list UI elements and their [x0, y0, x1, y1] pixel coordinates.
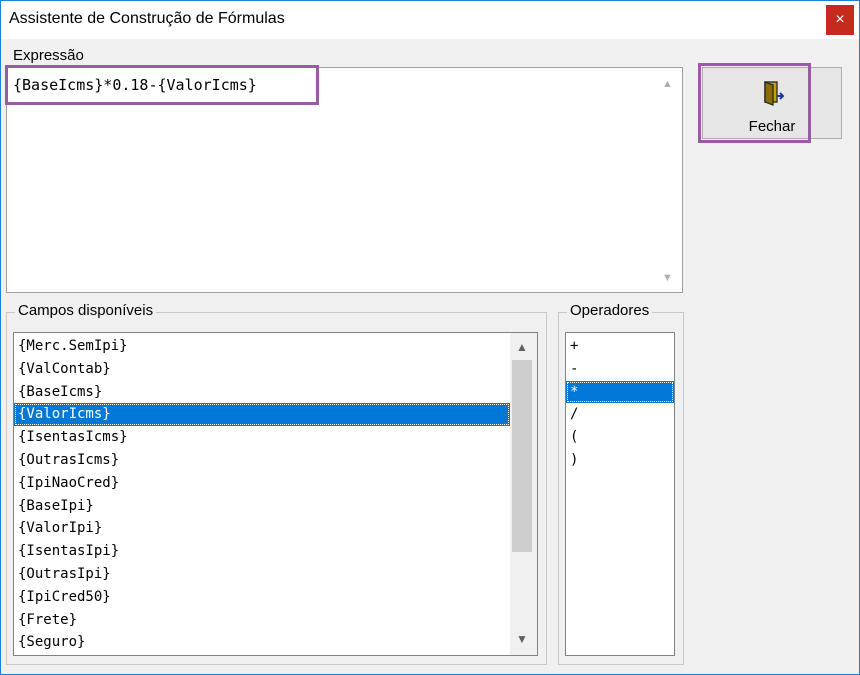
fields-group-title: Campos disponíveis	[15, 302, 157, 319]
dialog-window: Assistente de Construção de Fórmulas × E…	[0, 0, 860, 675]
scroll-down-icon[interactable]: ▼	[510, 629, 534, 649]
field-list-item[interactable]: {Frete}	[14, 609, 510, 632]
scroll-thumb[interactable]	[512, 360, 532, 552]
window-title: Assistente de Construção de Fórmulas	[9, 10, 285, 27]
field-list-item[interactable]: {IsentasIpi}	[14, 540, 510, 563]
field-list-item[interactable]: {Seguro}	[14, 631, 510, 654]
field-list-item[interactable]: {IsentasIcms}	[14, 426, 510, 449]
close-button[interactable]: ×	[826, 5, 854, 35]
field-list-item[interactable]: {OutrasIpi}	[14, 563, 510, 586]
fechar-highlight-box	[698, 63, 811, 143]
field-list-item[interactable]: {IpiCred50}	[14, 586, 510, 609]
operator-list-item[interactable]: +	[566, 335, 674, 358]
fields-scrollbar[interactable]: ▲ ▼	[510, 333, 537, 655]
operator-list-item[interactable]: )	[566, 449, 674, 472]
fields-listbox[interactable]: {Merc.SemIpi} {ValContab} {BaseIcms} {Valor…	[13, 332, 538, 656]
scroll-up-icon[interactable]: ▲	[510, 337, 534, 357]
scroll-up-icon[interactable]: ▲	[662, 78, 673, 90]
operators-list: + - * /()	[566, 335, 674, 472]
operator-list-item[interactable]: -	[566, 358, 674, 381]
operators-group-title: Operadores	[567, 302, 653, 319]
field-list-item[interactable]: {ValContab}	[14, 358, 510, 381]
operator-list-item[interactable]: /	[566, 403, 674, 426]
field-list-item[interactable]: {IpiNaoCred}	[14, 472, 510, 495]
close-icon: ×	[835, 11, 845, 28]
title-bar[interactable]: Assistente de Construção de Fórmulas ×	[1, 1, 859, 39]
expression-label: Expressão	[13, 47, 84, 64]
scroll-down-icon[interactable]: ▼	[662, 272, 673, 284]
operator-list-item[interactable]: *	[566, 380, 674, 404]
fields-list: {Merc.SemIpi} {ValContab} {BaseIcms} {Valor…	[14, 335, 510, 654]
field-list-item[interactable]: {BaseIpi}	[14, 495, 510, 518]
operator-list-item[interactable]: (	[566, 426, 674, 449]
field-list-item[interactable]: {ValorIcms}	[14, 403, 510, 427]
field-list-item[interactable]: {OutrasIcms}	[14, 449, 510, 472]
field-list-item[interactable]: {Merc.SemIpi}	[14, 335, 510, 358]
operators-listbox[interactable]: + - * /()	[565, 332, 675, 656]
field-list-item[interactable]: {ValorIpi}	[14, 517, 510, 540]
field-list-item[interactable]: {BaseIcms}	[14, 381, 510, 404]
expression-highlight-box	[5, 65, 319, 105]
